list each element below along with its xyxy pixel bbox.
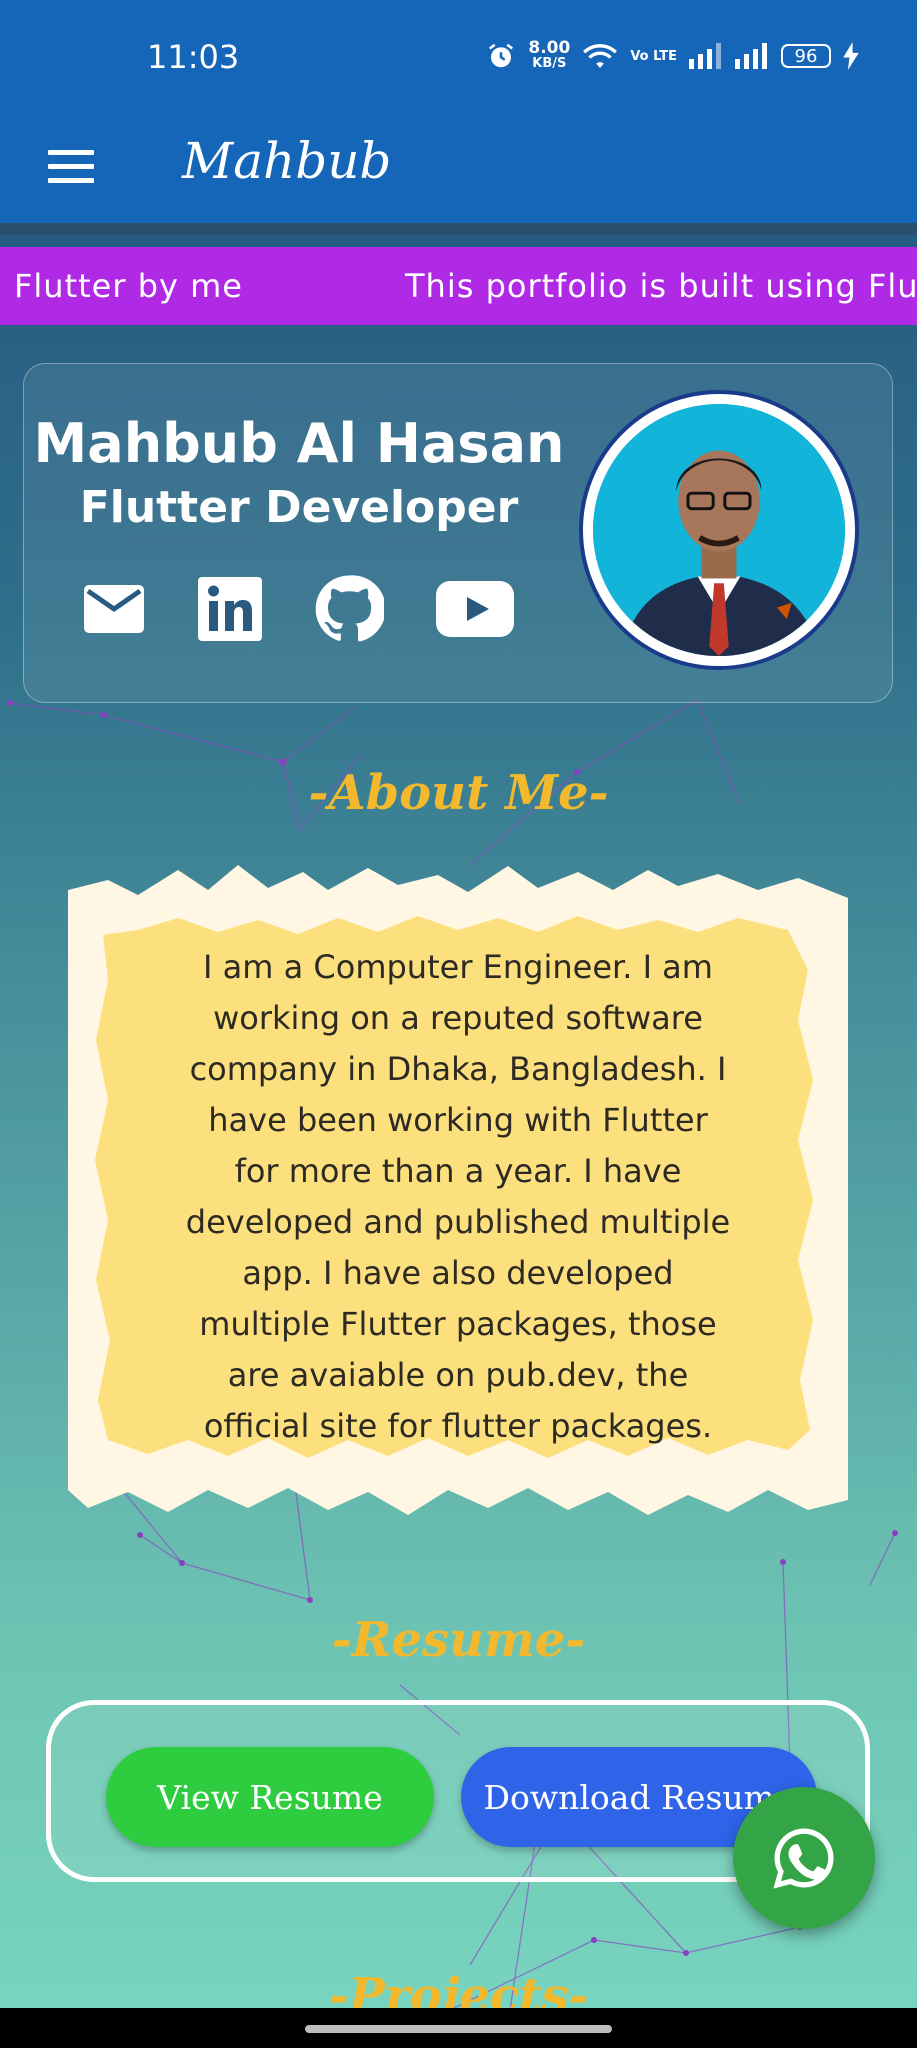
battery-indicator: 96 xyxy=(781,44,831,68)
charging-icon xyxy=(843,42,859,70)
app-bar: Mahbub xyxy=(0,110,917,235)
status-icons: 8.00 KB/S Vo LTE 96 xyxy=(486,40,859,72)
whatsapp-fab-button[interactable] xyxy=(733,1787,875,1929)
profile-card: Mahbub Al Hasan Flutter Developer xyxy=(23,363,893,703)
about-title: -About Me- xyxy=(308,765,609,821)
whatsapp-icon xyxy=(773,1828,834,1889)
about-text: I am a Computer Engineer. I am working o… xyxy=(185,948,731,1445)
status-time: 11:03 xyxy=(147,38,240,76)
marquee-text-left: Flutter by me xyxy=(14,267,243,305)
avatar xyxy=(579,390,859,670)
github-icon[interactable] xyxy=(314,574,384,644)
alarm-icon xyxy=(489,43,514,68)
youtube-icon[interactable] xyxy=(436,581,514,637)
signal-icon-2 xyxy=(735,43,767,69)
resume-title: -Resume- xyxy=(331,1612,586,1668)
home-gesture-handle[interactable] xyxy=(305,2025,612,2033)
profile-name: Mahbub Al Hasan xyxy=(33,412,565,475)
hamburger-menu-icon[interactable] xyxy=(48,150,94,184)
email-icon[interactable] xyxy=(82,583,146,635)
view-resume-button[interactable]: View Resume xyxy=(106,1747,434,1847)
wifi-icon xyxy=(583,44,618,68)
volte-label: Vo LTE xyxy=(630,48,677,64)
profile-photo xyxy=(593,404,845,656)
linkedin-icon[interactable] xyxy=(198,577,262,641)
system-nav-bar xyxy=(0,2008,917,2048)
marquee-text-right: This portfolio is built using Flut xyxy=(405,267,917,305)
social-links xyxy=(82,574,514,644)
signal-icon-1 xyxy=(689,43,721,69)
profile-role: Flutter Developer xyxy=(79,482,519,533)
app-title: Mahbub xyxy=(182,132,392,190)
status-bar: 11:03 8.00 KB/S Vo LTE 96 xyxy=(0,0,917,110)
marquee-banner: Flutter by me This portfolio is built us… xyxy=(0,247,917,325)
net-speed: 8.00 KB/S xyxy=(528,38,571,72)
